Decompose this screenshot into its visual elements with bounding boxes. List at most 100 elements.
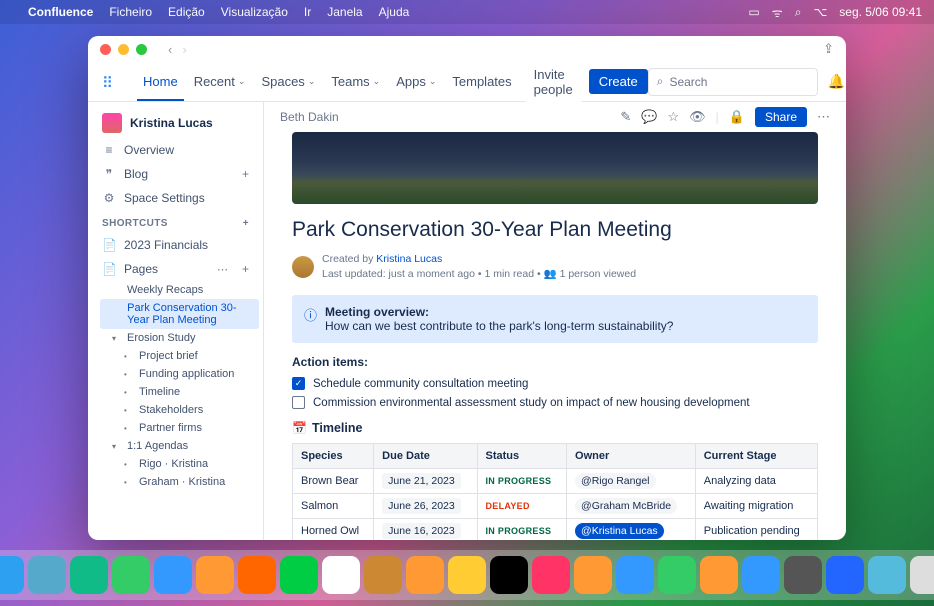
action-item[interactable]: Commission environmental assessment stud…	[292, 396, 818, 409]
close-window-button[interactable]	[100, 44, 111, 55]
sidebar-blog[interactable]: ❞Blog+	[88, 162, 263, 186]
page-tree-item[interactable]: Park Conservation 30-Year Plan Meeting	[100, 299, 259, 329]
page-tree-item[interactable]: •Project brief	[96, 347, 263, 365]
nav-recent[interactable]: Recent⌄	[188, 68, 252, 95]
dock-app-icon[interactable]	[364, 556, 402, 594]
checkbox-checked-icon[interactable]: ✓	[292, 377, 305, 390]
add-shortcut-icon[interactable]: +	[243, 218, 249, 229]
spotlight-icon[interactable]: ⌕	[795, 5, 802, 20]
dock-app-icon[interactable]	[448, 556, 486, 594]
star-icon[interactable]: ☆	[667, 109, 679, 125]
cell-owner[interactable]: @Rigo Rangel	[567, 469, 696, 494]
watch-icon[interactable]: 👁	[689, 109, 706, 125]
notifications-icon[interactable]: 🔔	[828, 73, 845, 90]
nav-teams[interactable]: Teams⌄	[325, 68, 386, 95]
bullet-icon[interactable]: •	[124, 388, 134, 397]
breadcrumb-author[interactable]: Beth Dakin	[280, 110, 339, 124]
bullet-icon[interactable]: •	[124, 478, 134, 487]
space-name: Kristina Lucas	[130, 116, 213, 130]
search-input[interactable]: ⌕ Search	[648, 68, 818, 96]
more-actions-icon[interactable]: ⋯	[817, 109, 830, 125]
bullet-icon[interactable]: •	[124, 370, 134, 379]
dock-app-icon[interactable]	[700, 556, 738, 594]
nav-back-button[interactable]: ‹	[168, 42, 172, 57]
share-button[interactable]: Share	[755, 107, 807, 127]
page-tree-item[interactable]: •Rigo · Kristina	[96, 455, 263, 473]
control-center-icon[interactable]: ⌥	[813, 5, 827, 19]
dock-app-icon[interactable]	[280, 556, 318, 594]
nav-home[interactable]: Home	[137, 68, 184, 101]
create-button[interactable]: Create	[589, 69, 648, 94]
bullet-icon[interactable]: •	[124, 352, 134, 361]
add-icon[interactable]: +	[242, 167, 249, 181]
bullet-icon[interactable]: •	[124, 460, 134, 469]
invite-people-button[interactable]: Invite people	[524, 62, 583, 102]
dock-app-icon[interactable]	[112, 556, 150, 594]
dock-app-icon[interactable]	[532, 556, 570, 594]
bullet-icon[interactable]: •	[124, 406, 134, 415]
dock-app-icon[interactable]	[70, 556, 108, 594]
page-tree-item[interactable]: ▾Erosion Study	[96, 329, 263, 347]
collapse-icon[interactable]: ▾	[112, 442, 122, 451]
cell-owner[interactable]: @Kristina Lucas	[567, 519, 696, 540]
page-tree-item[interactable]: •Timeline	[96, 383, 263, 401]
shortcut-item[interactable]: 📄2023 Financials	[88, 233, 263, 257]
menubar-datetime[interactable]: seg. 5/06 09:41	[839, 5, 922, 19]
wifi-icon[interactable]: ᯤ	[772, 4, 783, 21]
nav-apps[interactable]: Apps⌄	[390, 68, 442, 95]
page-tree-item[interactable]: •Stakeholders	[96, 401, 263, 419]
comment-icon[interactable]: 💬	[641, 109, 657, 125]
add-page-icon[interactable]: +	[242, 262, 249, 276]
menubar-item[interactable]: Ir	[304, 5, 311, 19]
dock-app-icon[interactable]	[196, 556, 234, 594]
minimize-window-button[interactable]	[118, 44, 129, 55]
fullscreen-window-button[interactable]	[136, 44, 147, 55]
nav-templates[interactable]: Templates	[446, 68, 517, 95]
dock-app-icon[interactable]	[574, 556, 612, 594]
dock-app-icon[interactable]	[742, 556, 780, 594]
checkbox-unchecked-icon[interactable]	[292, 396, 305, 409]
menubar-item[interactable]: Visualização	[221, 5, 288, 19]
page-tree-item[interactable]: •Funding application	[96, 365, 263, 383]
collapse-icon[interactable]: ▾	[112, 334, 122, 343]
dock-app-icon[interactable]	[322, 556, 360, 594]
dock-app-icon[interactable]	[154, 556, 192, 594]
sidebar-overview[interactable]: ≡Overview	[88, 138, 263, 162]
dock-app-icon[interactable]	[826, 556, 864, 594]
restrictions-lock-icon[interactable]: 🔒	[729, 109, 745, 125]
action-item[interactable]: ✓Schedule community consultation meeting	[292, 377, 818, 390]
dock-app-icon[interactable]	[658, 556, 696, 594]
dock-app-icon[interactable]	[406, 556, 444, 594]
dock-app-icon[interactable]	[868, 556, 906, 594]
bullet-icon[interactable]: •	[124, 424, 134, 433]
more-icon[interactable]: ⋯	[217, 263, 228, 276]
macos-share-icon[interactable]: ⇪	[823, 41, 834, 57]
menubar-item[interactable]: Edição	[168, 5, 205, 19]
cell-owner[interactable]: @Graham McBride	[567, 494, 696, 519]
menubar-item[interactable]: Janela	[327, 5, 362, 19]
edit-icon[interactable]: ✎	[620, 109, 631, 125]
app-switcher-icon[interactable]: ⠿	[102, 74, 113, 90]
author-avatar[interactable]	[292, 256, 314, 278]
page-tree-item[interactable]: ▾1:1 Agendas	[96, 437, 263, 455]
dock-app-icon[interactable]	[490, 556, 528, 594]
page-tree-item[interactable]: •Partner firms	[96, 419, 263, 437]
battery-icon[interactable]: ▭	[748, 5, 759, 19]
dock-app-icon[interactable]	[28, 556, 66, 594]
dock-app-icon[interactable]	[784, 556, 822, 594]
author-link[interactable]: Kristina Lucas	[376, 253, 442, 265]
dock-app-icon[interactable]	[238, 556, 276, 594]
page-tree-item[interactable]: Weekly Recaps	[96, 281, 263, 299]
menubar-item[interactable]: Ficheiro	[109, 5, 152, 19]
page-tree-item[interactable]: •Graham · Kristina	[96, 473, 263, 491]
nav-spaces[interactable]: Spaces⌄	[255, 68, 321, 95]
space-header[interactable]: Kristina Lucas	[88, 108, 263, 138]
sidebar-space-settings[interactable]: ⚙Space Settings	[88, 186, 263, 210]
dock-app-icon[interactable]	[616, 556, 654, 594]
dock-app-icon[interactable]	[910, 556, 934, 594]
dock-app-icon[interactable]	[0, 556, 24, 594]
menubar-item[interactable]: Ajuda	[379, 5, 410, 19]
menubar-app[interactable]: Confluence	[28, 5, 93, 19]
pages-header[interactable]: 📄Pages⋯+	[88, 257, 263, 281]
nav-forward-button[interactable]: ›	[182, 42, 186, 57]
